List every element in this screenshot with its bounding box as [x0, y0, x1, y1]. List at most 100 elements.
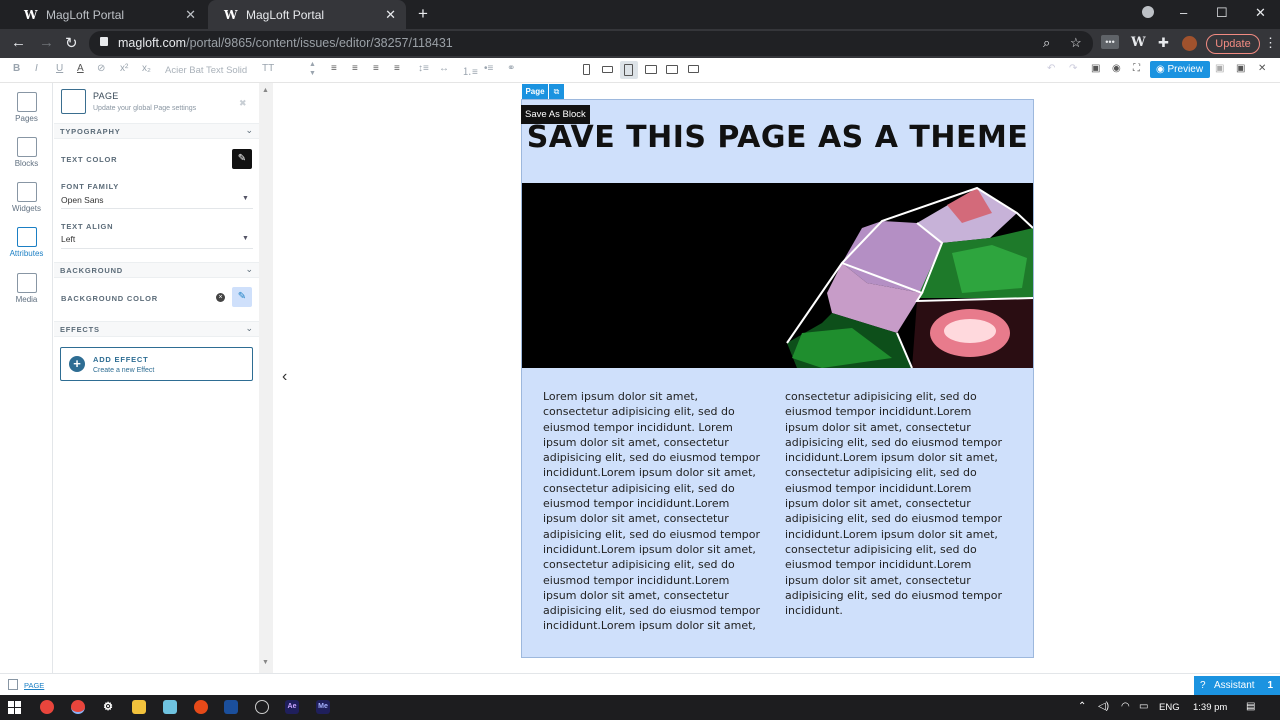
profile-dropdown-icon[interactable]	[1142, 6, 1154, 18]
rail-item-media[interactable]: Media	[0, 273, 53, 304]
add-effect-button[interactable]: + ADD EFFECT Create a new Effect	[60, 347, 253, 381]
align-center-icon[interactable]: ≡	[352, 63, 358, 74]
font-family-select[interactable]: Open Sans	[61, 195, 104, 205]
tablet-landscape-icon[interactable]	[645, 65, 657, 74]
chrome-active-icon[interactable]	[71, 700, 85, 714]
save-icon[interactable]: ▣	[1215, 63, 1224, 74]
align-justify-icon[interactable]: ≡	[394, 63, 400, 74]
align-right-icon[interactable]: ≡	[373, 63, 379, 74]
clear-color-icon[interactable]: ×	[216, 293, 225, 302]
after-effects-icon[interactable]: Ae	[285, 700, 299, 714]
hero-image[interactable]	[522, 183, 1033, 368]
maximize-icon[interactable]: ☐	[1216, 5, 1228, 21]
file-explorer-icon[interactable]	[132, 700, 146, 714]
letter-spacing-icon[interactable]: ↔	[439, 63, 449, 74]
new-tab-button[interactable]: +	[418, 4, 428, 24]
extension-icon[interactable]: •••	[1101, 35, 1119, 49]
chrome-icon[interactable]	[40, 700, 54, 714]
page-headline[interactable]: SAVE THIS PAGE AS A THEME	[522, 120, 1033, 155]
bold-icon[interactable]: B	[13, 63, 20, 74]
tray-chevron-up-icon[interactable]: ⌃	[1078, 701, 1086, 712]
windows-start-icon[interactable]	[8, 701, 21, 714]
font-color-icon[interactable]: A	[77, 63, 84, 74]
phone-portrait-icon[interactable]	[583, 64, 590, 75]
font-size-up-icon[interactable]: ▲	[309, 61, 316, 68]
font-size-down-icon[interactable]: ▼	[309, 70, 316, 77]
eye-icon[interactable]: ◉	[1112, 63, 1121, 74]
page-tag[interactable]: Page	[522, 84, 548, 99]
preview-button[interactable]: ◉ Preview	[1150, 61, 1210, 78]
browser-tab-active[interactable]: W MagLoft Portal ✕	[208, 0, 406, 29]
media-encoder-icon[interactable]: Me	[316, 700, 330, 714]
forward-icon[interactable]: →	[39, 34, 54, 51]
text-column-left[interactable]: Lorem ipsum dolor sit amet, consectetur …	[543, 389, 765, 634]
caret-down-icon[interactable]: ▼	[242, 235, 249, 242]
url-text[interactable]: magloft.com/portal/9865/content/issues/e…	[118, 36, 453, 50]
line-height-icon[interactable]: ↕≡	[418, 63, 429, 74]
close-icon[interactable]: ✖	[239, 98, 247, 109]
close-editor-icon[interactable]: ✕	[1258, 63, 1266, 74]
panel-scrollbar[interactable]: ▲ ▼	[259, 83, 273, 673]
browser-app-icon[interactable]	[255, 700, 269, 714]
rail-item-widgets[interactable]: Widgets	[0, 182, 53, 213]
firefox-icon[interactable]	[194, 700, 208, 714]
text-column-right[interactable]: consectetur adipisicing elit, sed do eiu…	[785, 389, 1007, 618]
ordered-list-icon[interactable]: ⒈≡	[462, 63, 478, 78]
comment-icon[interactable]: ▣	[1091, 63, 1100, 74]
fullscreen-icon[interactable]: ⛶	[1133, 63, 1140, 74]
close-icon[interactable]: ✕	[185, 7, 196, 23]
notes-app-icon[interactable]	[163, 700, 177, 714]
desktop-icon[interactable]	[666, 65, 678, 74]
close-icon[interactable]: ✕	[385, 7, 396, 23]
text-color-picker[interactable]: ✎	[232, 149, 252, 169]
page-block[interactable]: SAVE THIS PAGE AS A THEME Lorem ipsum do…	[521, 99, 1034, 658]
avatar[interactable]	[1182, 36, 1197, 51]
magloft-extension-icon[interactable]: W	[1131, 35, 1146, 50]
clock[interactable]: 1:39 pm	[1193, 702, 1227, 713]
font-name-select[interactable]: Acier Bat Text Solid	[165, 65, 247, 76]
chevron-left-icon[interactable]: ‹	[282, 368, 287, 386]
phone-landscape-icon[interactable]	[602, 66, 613, 73]
save-all-icon[interactable]: ▣	[1236, 63, 1245, 74]
rail-item-blocks[interactable]: Blocks	[0, 137, 53, 168]
subscript-icon[interactable]: x₂	[142, 63, 151, 74]
highlight-icon[interactable]: ⊘	[97, 63, 105, 74]
notification-icon[interactable]: ▤	[1246, 701, 1255, 712]
back-icon[interactable]: ←	[11, 34, 26, 51]
text-align-select[interactable]: Left	[61, 234, 75, 244]
bookmark-star-icon[interactable]: ☆	[1070, 35, 1082, 51]
unordered-list-icon[interactable]: •≡	[484, 63, 493, 74]
reload-icon[interactable]: ↻	[65, 34, 78, 52]
align-left-icon[interactable]: ≡	[331, 63, 337, 74]
link-icon[interactable]: ⚭	[507, 63, 515, 74]
section-typography[interactable]: TYPOGRAPHY ⌄	[54, 123, 259, 139]
scroll-down-icon[interactable]: ▼	[262, 659, 269, 666]
puzzle-extension-icon[interactable]: ✚	[1158, 35, 1169, 51]
section-effects[interactable]: EFFECTS ⌄	[54, 321, 259, 337]
rail-item-attributes[interactable]: Attributes	[0, 227, 53, 258]
save-block-icon[interactable]: ⧉	[549, 84, 564, 99]
breadcrumb-page-link[interactable]: PAGE	[24, 681, 44, 690]
caret-down-icon[interactable]: ▼	[242, 195, 249, 202]
undo-icon[interactable]: ↶	[1047, 63, 1055, 74]
background-color-picker[interactable]: ✎	[232, 287, 252, 307]
font-size-icon[interactable]: TT	[262, 63, 274, 74]
menu-dots-icon[interactable]: ⋮	[1264, 35, 1277, 51]
update-button[interactable]: Update	[1206, 34, 1260, 54]
lock-icon[interactable]	[100, 37, 108, 46]
window-close-icon[interactable]: ✕	[1255, 5, 1266, 21]
tablet-portrait-icon[interactable]	[624, 64, 633, 76]
zoom-icon[interactable]: ⌕	[1043, 35, 1050, 51]
wifi-icon[interactable]: ◠	[1121, 701, 1130, 712]
superscript-icon[interactable]: x²	[120, 63, 128, 74]
italic-icon[interactable]: I	[35, 63, 38, 74]
volume-icon[interactable]: ◁)	[1098, 701, 1109, 712]
settings-gear-icon[interactable]: ⚙	[101, 700, 115, 714]
steam-icon[interactable]	[224, 700, 238, 714]
language-indicator[interactable]: ENG	[1159, 702, 1180, 713]
scroll-up-icon[interactable]: ▲	[262, 87, 269, 94]
browser-tab[interactable]: W MagLoft Portal ✕	[8, 0, 206, 29]
rail-item-pages[interactable]: Pages	[0, 92, 53, 123]
underline-icon[interactable]: U	[56, 63, 63, 74]
redo-icon[interactable]: ↷	[1069, 63, 1077, 74]
